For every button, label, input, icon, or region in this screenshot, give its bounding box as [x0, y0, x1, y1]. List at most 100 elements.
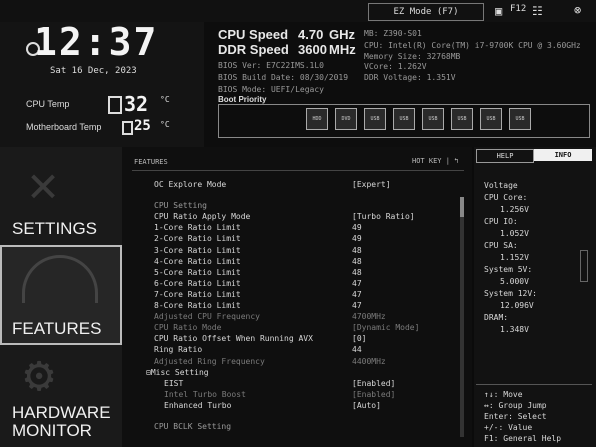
- setting-row[interactable]: OC Explore Mode [Expert]: [154, 180, 391, 190]
- setting-row: CPU BCLK Setting: [154, 422, 231, 432]
- boot-device-1[interactable]: DVD: [335, 108, 357, 130]
- nav-settings[interactable]: ✕ SETTINGS: [0, 147, 123, 245]
- info-line: 5.000V: [500, 277, 529, 286]
- nav-hardware-label: HARDWARE: [12, 403, 111, 422]
- info-line: 1.152V: [500, 253, 529, 262]
- language-icon[interactable]: ☷: [532, 4, 543, 18]
- setting-row[interactable]: 3-Core Ratio Limit 48: [154, 245, 362, 256]
- setting-label: Intel Turbo Boost: [164, 389, 246, 399]
- info-line: CPU Core:: [484, 193, 528, 202]
- setting-label: CPU Ratio Apply Mode: [154, 212, 251, 222]
- help-line: ↑↓: Move: [484, 390, 523, 399]
- setting-row[interactable]: 2-Core Ratio Limit 49: [154, 234, 362, 244]
- ddr-speed-label: DDR Speed: [218, 42, 289, 57]
- info-line: System 5V:: [484, 265, 533, 274]
- screenshot-icon[interactable]: ▣: [495, 4, 502, 18]
- cpu-speed-label: CPU Speed: [218, 27, 289, 42]
- cpu-speed-value: 4.70: [298, 27, 324, 42]
- ddr-speed-value: 3600: [298, 42, 327, 57]
- f12-label: F12: [510, 4, 527, 14]
- info-line: CPU IO:: [484, 217, 518, 226]
- setting-label: 2-Core Ratio Limit: [154, 234, 241, 244]
- setting-value: 48: [352, 256, 362, 266]
- nav-features[interactable]: FEATURES: [0, 245, 122, 345]
- boot-device-2[interactable]: USB: [364, 108, 386, 130]
- hotkey-button[interactable]: HOT KEY | ↰: [412, 157, 458, 165]
- setting-label: 1-Core Ratio Limit: [154, 223, 241, 233]
- setting-row[interactable]: 7-Core Ratio Limit 47: [154, 289, 362, 300]
- mb-temp-unit: °C: [160, 120, 170, 129]
- help-line: Enter: Select: [484, 412, 547, 421]
- nav-settings-label: SETTINGS: [12, 219, 98, 238]
- boot-device-0[interactable]: HDD: [306, 108, 328, 130]
- help-line: +/-: Value: [484, 423, 533, 432]
- setting-row: Intel Turbo Boost [Enabled]: [164, 389, 395, 400]
- tab-help[interactable]: HELP: [476, 149, 534, 163]
- section-title: FEATURES: [134, 158, 168, 166]
- setting-value: [0]: [352, 334, 367, 344]
- mb-temp-indicator: [122, 121, 133, 135]
- setting-row[interactable]: CPU Ratio Apply Mode [Turbo Ratio]: [154, 212, 415, 222]
- setting-label: 7-Core Ratio Limit: [154, 289, 241, 299]
- info-line: DRAM:: [484, 313, 509, 322]
- bios-version: BIOS Ver: E7C22IMS.1L0: [218, 61, 324, 70]
- setting-row[interactable]: ⊟Misc Setting: [146, 368, 209, 378]
- boot-device-5[interactable]: USB: [451, 108, 473, 130]
- cpu-speed-unit: GHz: [329, 27, 355, 42]
- cpu-temp-value: 32: [124, 92, 149, 116]
- setting-value: 47: [352, 301, 362, 310]
- setting-value: [Enabled]: [352, 378, 396, 388]
- setting-label: 8-Core Ratio Limit: [154, 301, 241, 310]
- info-scroll-handle[interactable]: [580, 250, 588, 282]
- nav-hardware-monitor[interactable]: ⚙ HARDWARE MONITOR: [0, 345, 123, 447]
- setting-row[interactable]: 4-Core Ratio Limit 48: [154, 257, 362, 267]
- close-icon[interactable]: ⊗: [574, 3, 581, 17]
- setting-value: 44: [352, 345, 362, 355]
- setting-value: 48: [352, 245, 362, 255]
- cpu-temp-indicator: [108, 96, 122, 114]
- ddr-speed-unit: MHz: [329, 42, 356, 57]
- setting-row[interactable]: Enhanced Turbo [Auto]: [164, 401, 381, 411]
- setting-row[interactable]: 6-Core Ratio Limit 47: [154, 279, 362, 289]
- setting-row[interactable]: 8-Core Ratio Limit 47: [154, 301, 362, 311]
- setting-row[interactable]: Ring Ratio 44: [154, 345, 362, 355]
- setting-row[interactable]: 1-Core Ratio Limit 49: [154, 223, 362, 233]
- info-line: CPU SA:: [484, 241, 518, 250]
- boot-device-6[interactable]: USB: [480, 108, 502, 130]
- boot-device-4[interactable]: USB: [422, 108, 444, 130]
- setting-row[interactable]: EIST [Enabled]: [164, 379, 395, 389]
- ddr-voltage: DDR Voltage: 1.351V: [364, 73, 456, 82]
- setting-value: [Dynamic Mode]: [352, 323, 420, 333]
- setting-value: [Enabled]: [352, 389, 396, 399]
- setting-value: [Expert]: [352, 180, 391, 189]
- info-line: 12.096V: [500, 301, 534, 310]
- mb-model: MB: Z390-S01: [364, 29, 422, 38]
- setting-row[interactable]: CPU Ratio Offset When Running AVX [0]: [154, 334, 366, 344]
- setting-label: Ring Ratio: [154, 345, 203, 355]
- boot-device-7[interactable]: USB: [509, 108, 531, 130]
- setting-label: ⊟Misc Setting: [146, 367, 209, 377]
- info-line: 1.256V: [500, 205, 529, 214]
- info-line: System 12V:: [484, 289, 537, 298]
- content-scrollbar[interactable]: [460, 197, 464, 437]
- content-scrollbar-thumb[interactable]: [460, 197, 464, 217]
- gauge-icon: [22, 255, 98, 303]
- setting-value: 47: [352, 278, 362, 288]
- setting-row[interactable]: 5-Core Ratio Limit 48: [154, 268, 362, 278]
- setting-value: 4700MHz: [352, 312, 386, 322]
- setting-row: Adjusted Ring Frequency 4400MHz: [154, 357, 386, 367]
- setting-label: 3-Core Ratio Limit: [154, 245, 241, 255]
- boot-device-3[interactable]: USB: [393, 108, 415, 130]
- setting-label: Adjusted CPU Frequency: [154, 312, 260, 322]
- setting-label: CPU BCLK Setting: [154, 422, 232, 431]
- clock-date: Sat 16 Dec, 2023: [50, 66, 137, 76]
- memory-size: Memory Size: 32768MB: [364, 52, 461, 61]
- cpu-model: CPU: Intel(R) Core(TM) i7-9700K CPU @ 3.…: [364, 41, 581, 50]
- setting-label: CPU Ratio Offset When Running AVX: [154, 334, 313, 344]
- setting-row: Adjusted CPU Frequency 4700MHz: [154, 312, 386, 322]
- tab-info[interactable]: INFO: [534, 149, 592, 161]
- bios-mode: BIOS Mode: UEFI/Legacy: [218, 85, 324, 94]
- mb-temp-value: 25: [134, 118, 151, 134]
- ez-mode-button[interactable]: EZ Mode (F7): [368, 3, 484, 21]
- bios-build-date: BIOS Build Date: 08/30/2019: [218, 73, 349, 82]
